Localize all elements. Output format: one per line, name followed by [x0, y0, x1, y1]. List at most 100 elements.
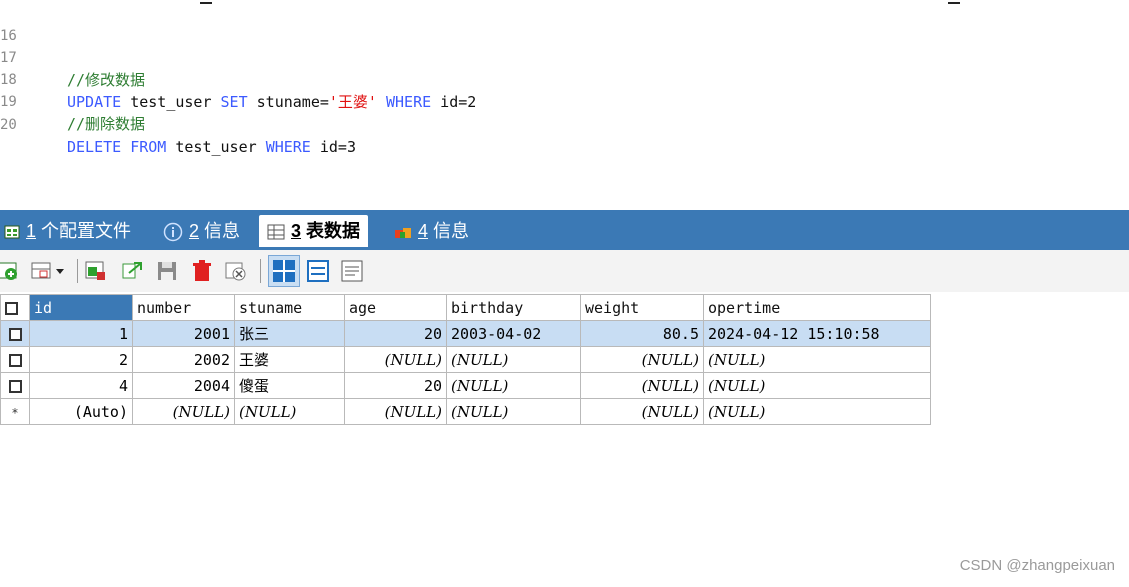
- tab-profile[interactable]: 1 个配置文件: [4, 215, 131, 247]
- cell-value: 2003-04-02: [451, 324, 542, 343]
- save-icon[interactable]: [155, 259, 179, 283]
- code-token: //修改数据: [67, 71, 146, 89]
- cell-stuname[interactable]: 张三: [234, 320, 345, 347]
- cell-opertime[interactable]: 2024-04-12 15:10:58: [703, 320, 931, 347]
- cell-id[interactable]: 1: [29, 320, 133, 347]
- column-header-birthday[interactable]: birthday: [446, 294, 581, 321]
- column-header-id[interactable]: id: [29, 294, 133, 321]
- refresh-icon[interactable]: [120, 259, 144, 283]
- column-header-number[interactable]: number: [132, 294, 235, 321]
- sql-editor[interactable]: 16 17 //修改数据 18 UPDATE test_user SET stu…: [0, 0, 1129, 200]
- cell-birthday[interactable]: (NULL): [446, 346, 581, 373]
- result-tab-bar: 1 个配置文件 2 信息 3 表数据 4 信息: [0, 210, 1129, 250]
- table-row[interactable]: 4 2004 傻蛋 20 (NULL) (NULL) (NULL): [0, 372, 931, 399]
- tab-info-2[interactable]: 4 信息: [394, 215, 469, 247]
- tab-label: 信息: [428, 221, 470, 241]
- cancel-icon[interactable]: [224, 259, 248, 283]
- column-header-stuname[interactable]: stuname: [234, 294, 345, 321]
- code-fragment: [948, 0, 960, 4]
- cell-weight[interactable]: (NULL): [580, 346, 704, 373]
- row-selector[interactable]: *: [0, 398, 30, 425]
- code-token: '王婆': [328, 93, 377, 111]
- column-header-weight[interactable]: weight: [580, 294, 704, 321]
- cell-opertime[interactable]: (NULL): [703, 372, 931, 399]
- tab-label: 表数据: [301, 221, 361, 241]
- text-view-icon[interactable]: [340, 259, 364, 283]
- cell-age[interactable]: (NULL): [344, 398, 447, 425]
- tab-number: 1: [26, 221, 37, 241]
- cell-value: (NULL): [641, 402, 699, 421]
- cell-value: (NULL): [708, 350, 766, 369]
- cell-number[interactable]: 2004: [132, 372, 235, 399]
- tab-number: 2: [189, 221, 200, 241]
- code-text: DELETE FROM test_user WHERE id=3: [67, 136, 356, 158]
- delete-icon[interactable]: [190, 259, 214, 283]
- cell-stuname[interactable]: 王婆: [234, 346, 345, 373]
- column-header-opertime[interactable]: opertime: [703, 294, 931, 321]
- cell-id[interactable]: 2: [29, 346, 133, 373]
- code-token: UPDATE: [67, 93, 122, 111]
- cell-value: (NULL): [641, 350, 699, 369]
- cell-weight[interactable]: (NULL): [580, 398, 704, 425]
- row-checkbox[interactable]: [8, 379, 22, 393]
- code-line: 20 DELETE FROM test_user WHERE id=3: [0, 92, 356, 156]
- row-selector[interactable]: [0, 372, 30, 399]
- tab-label: 个配置文件: [36, 221, 132, 241]
- code-fragment: [200, 0, 212, 4]
- row-checkbox[interactable]: [8, 327, 22, 341]
- cell-birthday[interactable]: (NULL): [446, 398, 581, 425]
- cell-stuname[interactable]: (NULL): [234, 398, 345, 425]
- column-header-age[interactable]: age: [344, 294, 447, 321]
- cell-age[interactable]: 20: [344, 372, 447, 399]
- cell-value: 张三: [239, 325, 270, 343]
- cell-stuname[interactable]: 傻蛋: [234, 372, 345, 399]
- duplicate-row-icon[interactable]: [84, 259, 108, 283]
- table-row[interactable]: 2 2002 王婆 (NULL) (NULL) (NULL) (NULL): [0, 346, 931, 373]
- cell-id[interactable]: (Auto): [29, 398, 133, 425]
- tab-number: 4: [418, 221, 429, 241]
- cell-birthday[interactable]: (NULL): [446, 372, 581, 399]
- cell-number[interactable]: 2001: [132, 320, 235, 347]
- add-row-icon[interactable]: [0, 259, 20, 283]
- info-cube-icon: [395, 228, 411, 239]
- info-icon: [163, 223, 183, 242]
- cell-number[interactable]: (NULL): [132, 398, 235, 425]
- result-grid: id number stuname age birthday weight op…: [0, 294, 931, 425]
- row-selector[interactable]: [0, 320, 30, 347]
- form-view-icon[interactable]: [306, 259, 330, 283]
- row-selector[interactable]: [0, 346, 30, 373]
- insert-row-dropdown-icon[interactable]: [30, 259, 70, 283]
- table-row[interactable]: * (Auto) (NULL) (NULL) (NULL) (NULL) (NULL) (NU…: [0, 398, 931, 425]
- cell-age[interactable]: 20: [344, 320, 447, 347]
- code-token: DELETE: [67, 138, 122, 156]
- cell-value: 2001: [193, 324, 230, 343]
- toolbar-separator: [260, 259, 261, 283]
- select-all-cell[interactable]: [0, 294, 30, 321]
- row-checkbox[interactable]: [8, 353, 22, 367]
- cell-weight[interactable]: 80.5: [580, 320, 704, 347]
- cell-value: (NULL): [239, 402, 297, 421]
- cell-value: 20: [423, 324, 442, 343]
- cell-value: 80.5: [662, 324, 699, 343]
- profile-icon: [4, 225, 20, 239]
- tab-table-data[interactable]: 3 表数据: [259, 215, 369, 247]
- cell-age[interactable]: (NULL): [344, 346, 447, 373]
- cell-opertime[interactable]: (NULL): [703, 398, 931, 425]
- tab-number: 3: [291, 221, 302, 241]
- table-row[interactable]: 1 2001 张三 20 2003-04-02 80.5 2024-04-12 15:10:…: [0, 320, 931, 347]
- grid-view-button[interactable]: [268, 255, 300, 287]
- cell-birthday[interactable]: 2003-04-02: [446, 320, 581, 347]
- code-line: 18 UPDATE test_user SET stuname='王婆' WHE…: [0, 47, 476, 111]
- cell-value: (Auto): [73, 402, 128, 421]
- code-token: id=3: [310, 138, 356, 156]
- cell-id[interactable]: 4: [29, 372, 133, 399]
- cell-value: 2024-04-12 15:10:58: [708, 324, 880, 343]
- cell-number[interactable]: 2002: [132, 346, 235, 373]
- code-line: 19 //删除数据: [0, 69, 145, 133]
- cell-opertime[interactable]: (NULL): [703, 346, 931, 373]
- cell-value: 2002: [193, 350, 230, 369]
- tab-info[interactable]: 2 信息: [163, 215, 240, 247]
- cell-value: (NULL): [641, 376, 699, 395]
- cell-weight[interactable]: (NULL): [580, 372, 704, 399]
- select-all-checkbox[interactable]: [5, 301, 18, 315]
